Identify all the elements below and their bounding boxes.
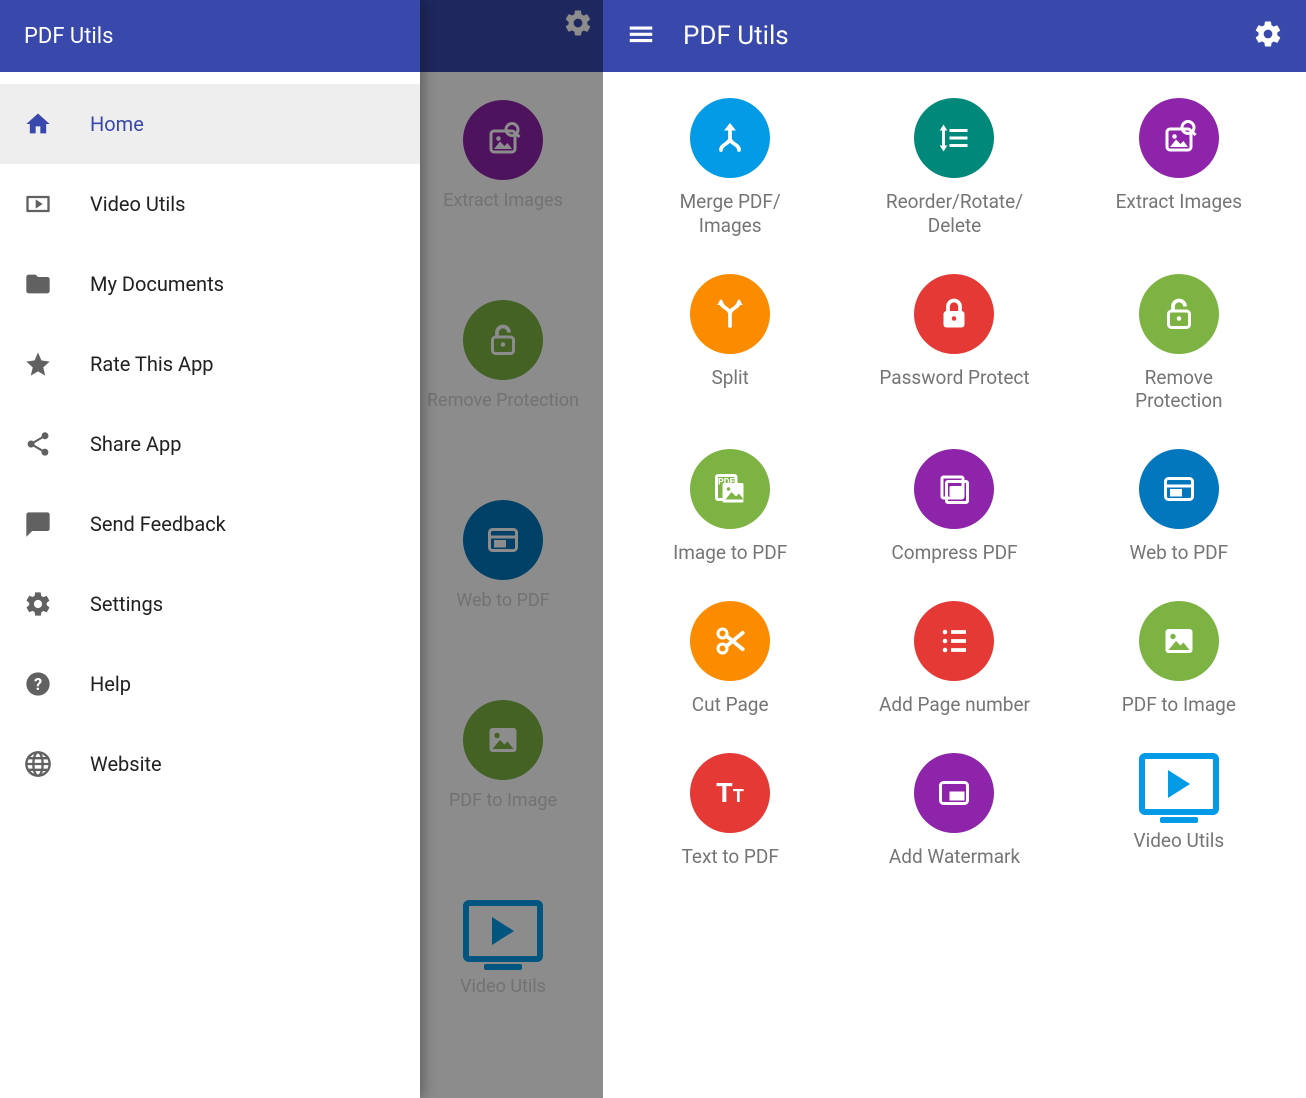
- tools-grid: Merge PDF/ Images Reorder/Rotate/ Delete E…: [603, 72, 1306, 868]
- extract-images-icon: [1139, 98, 1219, 178]
- drawer-item-send-feedback[interactable]: Send Feedback: [0, 484, 420, 564]
- text-icon: [690, 753, 770, 833]
- tool-text-to-pdf[interactable]: Text to PDF: [623, 753, 837, 869]
- drawer-item-label: Help: [84, 672, 131, 696]
- drawer-item-label: Website: [84, 752, 162, 776]
- tool-label: Password Protect: [879, 366, 1029, 390]
- drawer-item-label: Home: [84, 112, 144, 136]
- web-icon: [1139, 449, 1219, 529]
- tool-web-to-pdf[interactable]: Web to PDF: [1072, 449, 1286, 565]
- drawer-title: PDF Utils: [0, 0, 420, 72]
- lock-icon: [914, 274, 994, 354]
- image-to-pdf-icon: [690, 449, 770, 529]
- tool-compress-pdf[interactable]: Compress PDF: [847, 449, 1061, 565]
- tool-image-to-pdf[interactable]: Image to PDF: [623, 449, 837, 565]
- tool-add-watermark[interactable]: Add Watermark: [847, 753, 1061, 869]
- drawer-item-share-app[interactable]: Share App: [0, 404, 420, 484]
- settings-button[interactable]: [1246, 19, 1290, 53]
- drawer-item-settings[interactable]: Settings: [0, 564, 420, 644]
- screenshot-drawer-open: Extract ImagesRemove ProtectionWeb to PD…: [0, 0, 603, 1098]
- drawer-item-website[interactable]: Website: [0, 724, 420, 804]
- page-number-icon: [914, 601, 994, 681]
- drawer-item-label: Rate This App: [84, 352, 214, 376]
- video-tile-icon: [1139, 753, 1219, 815]
- gear-icon: [1253, 19, 1283, 53]
- tool-label: Image to PDF: [673, 541, 787, 565]
- hamburger-icon: [626, 19, 656, 53]
- tool-pdf-to-image[interactable]: PDF to Image: [1072, 601, 1286, 717]
- tool-add-page-number[interactable]: Add Page number: [847, 601, 1061, 717]
- tool-label: Reorder/Rotate/ Delete: [886, 190, 1023, 238]
- drawer-item-rate-this-app[interactable]: Rate This App: [0, 324, 420, 404]
- screenshot-main: PDF Utils Merge PDF/ Images Reorder/Rotat…: [603, 0, 1306, 1098]
- compress-icon: [914, 449, 994, 529]
- gear-icon: [24, 590, 84, 618]
- tool-label: Compress PDF: [891, 541, 1017, 565]
- tool-cut-page[interactable]: Cut Page: [623, 601, 837, 717]
- tool-label: Web to PDF: [1130, 541, 1229, 565]
- tool-label: Cut Page: [692, 693, 769, 717]
- tool-label: PDF to Image: [1122, 693, 1236, 717]
- drawer-item-video-utils[interactable]: Video Utils: [0, 164, 420, 244]
- tool-label: Remove Protection: [1135, 366, 1222, 414]
- menu-button[interactable]: [619, 19, 663, 53]
- tool-label: Merge PDF/ Images: [680, 190, 781, 238]
- tool-extract-images[interactable]: Extract Images: [1072, 98, 1286, 238]
- app-title: PDF Utils: [683, 21, 1246, 51]
- tool-split[interactable]: Split: [623, 274, 837, 414]
- tool-reorder-rotate-delete[interactable]: Reorder/Rotate/ Delete: [847, 98, 1061, 238]
- tool-label: Add Page number: [879, 693, 1030, 717]
- drawer-item-label: Share App: [84, 432, 181, 456]
- unlock-icon: [1139, 274, 1219, 354]
- appbar: PDF Utils: [603, 0, 1306, 72]
- navigation-drawer: PDF Utils Home Video Utils My Documents Rat…: [0, 0, 420, 1098]
- share-icon: [24, 430, 84, 458]
- tool-password-protect[interactable]: Password Protect: [847, 274, 1061, 414]
- drawer-item-label: Video Utils: [84, 192, 185, 216]
- tool-video-utils[interactable]: Video Utils: [1072, 753, 1286, 869]
- merge-icon: [690, 98, 770, 178]
- tool-label: Add Watermark: [889, 845, 1020, 869]
- drawer-item-home[interactable]: Home: [0, 84, 420, 164]
- drawer-item-label: Send Feedback: [84, 512, 226, 536]
- image-icon: [1139, 601, 1219, 681]
- drawer-item-help[interactable]: Help: [0, 644, 420, 724]
- tool-label: Video Utils: [1134, 829, 1225, 853]
- folder-icon: [24, 270, 84, 298]
- video-icon: [24, 190, 84, 218]
- drawer-list: Home Video Utils My Documents Rate This App…: [0, 72, 420, 804]
- drawer-item-my-documents[interactable]: My Documents: [0, 244, 420, 324]
- drawer-item-label: Settings: [84, 592, 163, 616]
- feedback-icon: [24, 510, 84, 538]
- watermark-icon: [914, 753, 994, 833]
- tool-merge-pdf-images[interactable]: Merge PDF/ Images: [623, 98, 837, 238]
- drawer-item-label: My Documents: [84, 272, 224, 296]
- globe-icon: [24, 750, 84, 778]
- split-icon: [690, 274, 770, 354]
- home-icon: [24, 110, 84, 138]
- tool-remove-protection[interactable]: Remove Protection: [1072, 274, 1286, 414]
- help-icon: [24, 670, 84, 698]
- tool-label: Extract Images: [1116, 190, 1242, 214]
- reorder-icon: [914, 98, 994, 178]
- tool-label: Text to PDF: [681, 845, 778, 869]
- star-icon: [24, 350, 84, 378]
- cut-icon: [690, 601, 770, 681]
- tool-label: Split: [711, 366, 748, 390]
